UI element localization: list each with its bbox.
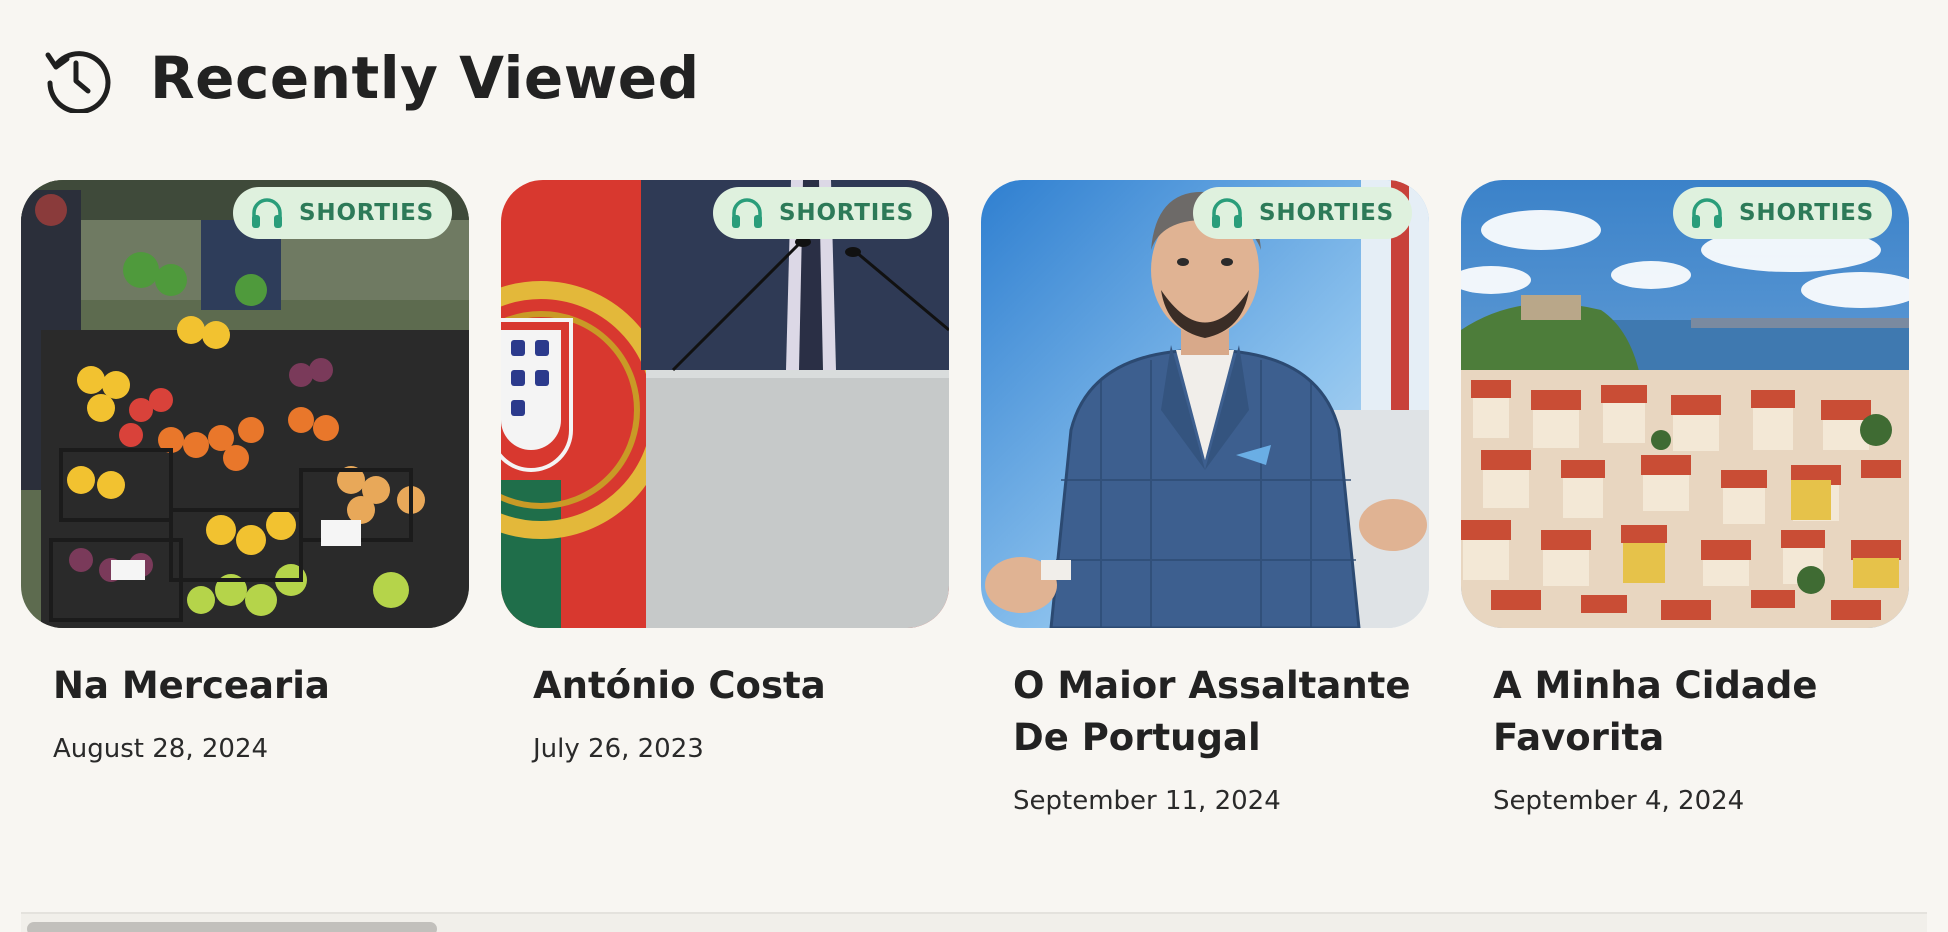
man-in-suit-image — [981, 180, 1429, 628]
card-thumbnail[interactable]: SHORTIES — [981, 180, 1429, 628]
recently-viewed-page: Recently Viewed SHORTIES Na Mercearia Au… — [0, 0, 1948, 932]
headphones-icon — [732, 198, 763, 228]
badge-label: SHORTIES — [299, 200, 434, 226]
shorties-badge: SHORTIES — [1193, 187, 1412, 239]
card-date: July 26, 2023 — [533, 734, 704, 764]
card-thumbnail[interactable]: SHORTIES — [1461, 180, 1909, 628]
card-o-maior-assaltante[interactable]: SHORTIES O Maior Assaltante De Portugal … — [981, 180, 1429, 816]
page-title: Recently Viewed — [150, 44, 700, 112]
card-date: September 4, 2024 — [1493, 786, 1745, 816]
card-a-minha-cidade-favorita[interactable]: SHORTIES A Minha Cidade Favorita Septemb… — [1461, 180, 1909, 816]
card-title[interactable]: António Costa — [533, 660, 933, 712]
headphones-icon — [1692, 198, 1723, 228]
badge-label: SHORTIES — [779, 200, 914, 226]
shorties-badge: SHORTIES — [233, 187, 452, 239]
card-date: September 11, 2024 — [1013, 786, 1281, 816]
card-title[interactable]: A Minha Cidade Favorita — [1493, 660, 1893, 764]
card-title[interactable]: O Maior Assaltante De Portugal — [1013, 660, 1413, 764]
card-na-mercearia[interactable]: SHORTIES Na Mercearia August 28, 2024 — [21, 180, 469, 816]
card-thumbnail[interactable]: SHORTIES — [21, 180, 469, 628]
shorties-badge: SHORTIES — [1673, 187, 1892, 239]
fruit-market-image — [21, 180, 469, 628]
card-title[interactable]: Na Mercearia — [53, 660, 453, 712]
shorties-badge: SHORTIES — [713, 187, 932, 239]
badge-label: SHORTIES — [1259, 200, 1394, 226]
card-antonio-costa[interactable]: SHORTIES António Costa July 26, 2023 — [501, 180, 949, 816]
card-list: SHORTIES Na Mercearia August 28, 2024 SH… — [21, 180, 1909, 816]
scrollbar-thumb[interactable] — [27, 922, 437, 932]
history-icon — [45, 51, 111, 113]
headphones-icon — [252, 198, 283, 228]
podium-portugal-flag-image — [501, 180, 949, 628]
section-header: Recently Viewed — [42, 38, 700, 118]
badge-label: SHORTIES — [1739, 200, 1874, 226]
card-thumbnail[interactable]: SHORTIES — [501, 180, 949, 628]
headphones-icon — [1212, 198, 1243, 228]
horizontal-scrollbar[interactable] — [21, 912, 1927, 932]
card-date: August 28, 2024 — [53, 734, 269, 764]
lisbon-city-image — [1461, 180, 1909, 628]
